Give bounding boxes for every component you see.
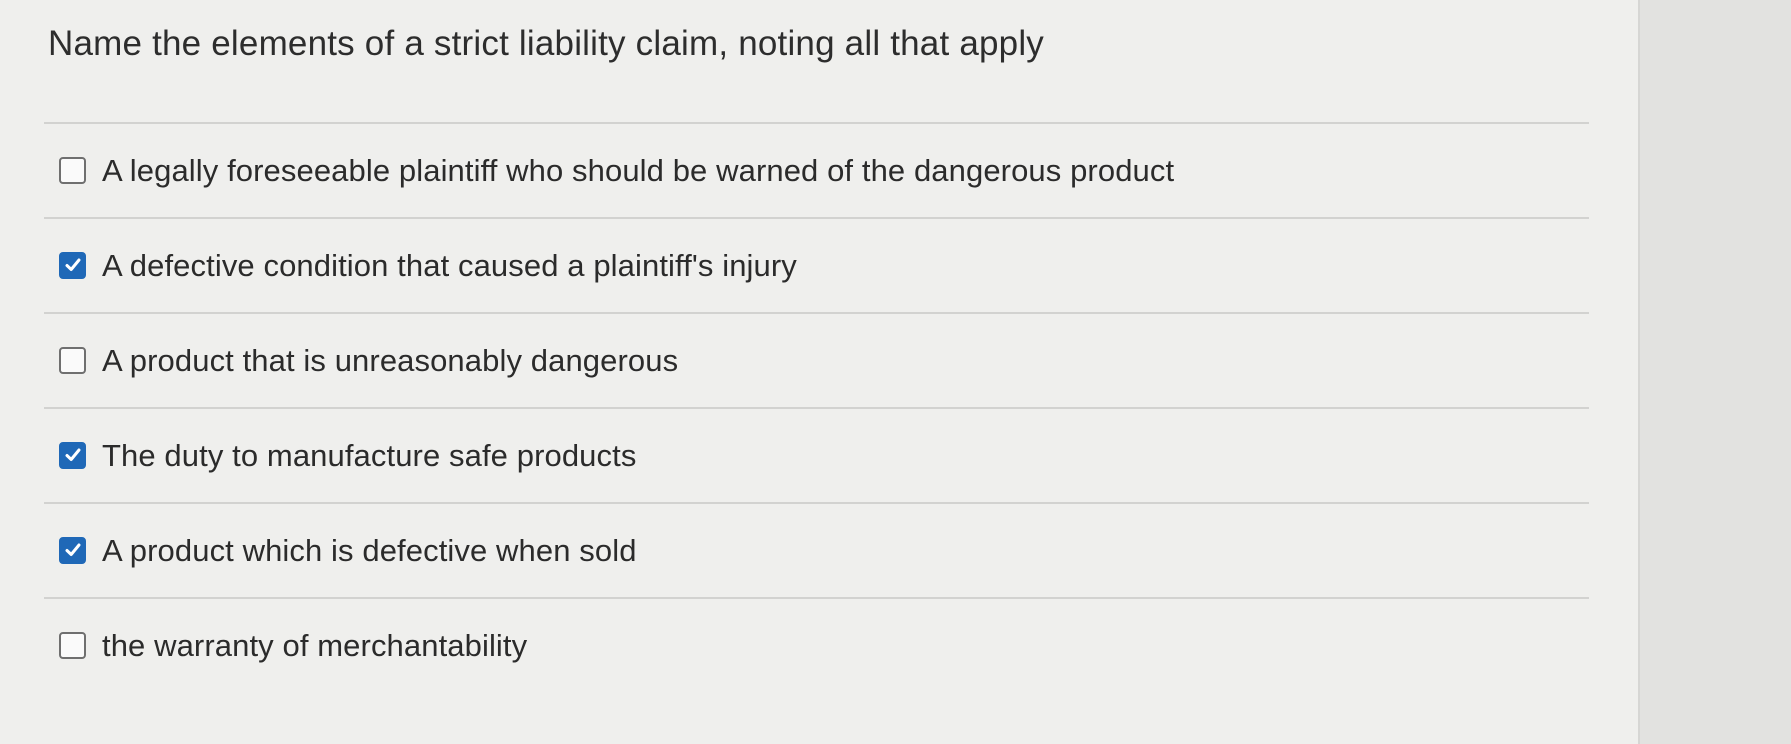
answer-option-label: A product which is defective when sold: [102, 532, 637, 568]
question-panel: Name the elements of a strict liability …: [0, 0, 1640, 744]
answer-options-list: A legally foreseeable plaintiff who shou…: [44, 122, 1589, 692]
answer-option[interactable]: A defective condition that caused a plai…: [44, 217, 1589, 312]
answer-option-label: A product that is unreasonably dangerous: [102, 342, 679, 378]
answer-option-label: the warranty of merchantability: [102, 627, 528, 663]
checkbox-icon[interactable]: [59, 252, 86, 279]
checkbox-icon[interactable]: [59, 157, 86, 184]
answer-option[interactable]: the warranty of merchantability: [44, 597, 1589, 692]
answer-option-label: The duty to manufacture safe products: [102, 437, 637, 473]
answer-option[interactable]: A product which is defective when sold: [44, 502, 1589, 597]
checkmark-icon: [65, 543, 81, 556]
question-title: Name the elements of a strict liability …: [48, 24, 1044, 63]
page-margin: [1640, 0, 1791, 744]
answer-option[interactable]: A legally foreseeable plaintiff who shou…: [44, 122, 1589, 217]
checkmark-icon: [65, 448, 81, 461]
checkbox-icon[interactable]: [59, 632, 86, 659]
checkbox-icon[interactable]: [59, 537, 86, 564]
answer-option[interactable]: The duty to manufacture safe products: [44, 407, 1589, 502]
checkmark-icon: [65, 258, 81, 271]
checkbox-icon[interactable]: [59, 442, 86, 469]
answer-option-label: A defective condition that caused a plai…: [102, 247, 797, 283]
checkbox-icon[interactable]: [59, 347, 86, 374]
answer-option[interactable]: A product that is unreasonably dangerous: [44, 312, 1589, 407]
answer-option-label: A legally foreseeable plaintiff who shou…: [102, 152, 1175, 188]
